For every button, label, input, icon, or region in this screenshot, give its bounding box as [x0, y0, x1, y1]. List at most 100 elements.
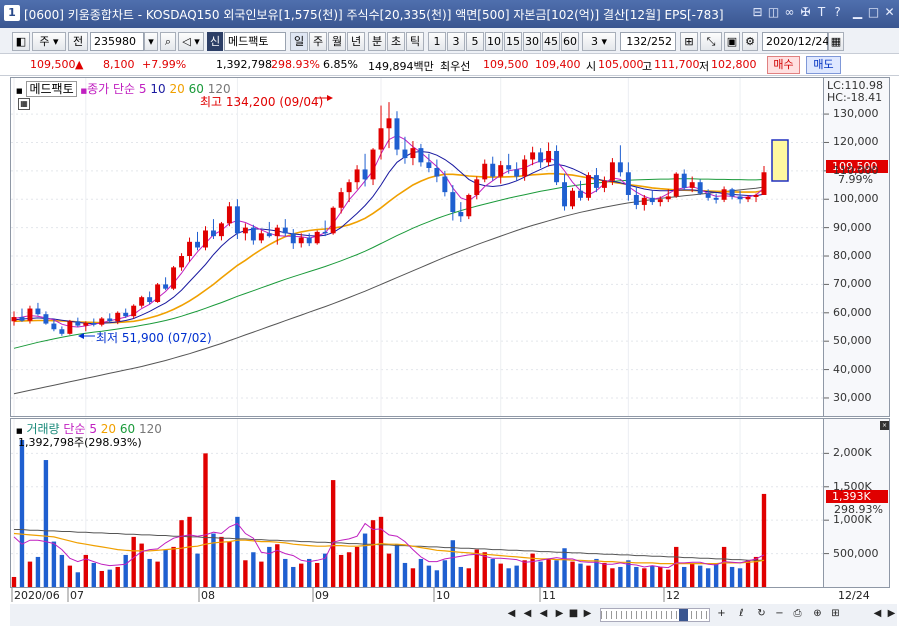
candle-body — [195, 241, 200, 248]
grid-toggle-icon[interactable]: ▦ — [18, 98, 30, 110]
candle-body — [171, 267, 177, 289]
price-legend: ■ 메드팩토 ■종가 단순 5 10 20 60 120 — [16, 80, 231, 97]
candle-body — [641, 197, 647, 205]
volume-bar — [75, 572, 81, 587]
candle-body — [697, 182, 703, 194]
volume-bar — [43, 460, 49, 587]
zoom-out-icon[interactable]: − — [772, 607, 787, 622]
candle-body — [522, 159, 528, 177]
scroll-forward-icon[interactable]: ▶ — [884, 607, 899, 622]
candle-body — [394, 118, 400, 150]
candle-body — [745, 196, 751, 200]
candle-body — [426, 162, 432, 169]
candle-body — [322, 231, 328, 234]
volume-bar — [211, 533, 216, 587]
scroll-right-icon[interactable]: ▶ — [580, 607, 595, 622]
volume-bar — [514, 565, 519, 587]
zoom-slider-handle[interactable] — [679, 609, 688, 621]
volume-bar — [689, 562, 695, 587]
volume-bar — [299, 563, 304, 587]
volume-bar — [370, 520, 376, 587]
scroll-left-icon[interactable]: ◀ — [520, 607, 535, 622]
date-axis-label: 2020/06 — [14, 589, 60, 602]
candle-body — [250, 227, 256, 241]
volume-bar — [634, 566, 639, 587]
date-axis-label: 07 — [70, 589, 84, 602]
candle-body — [578, 190, 583, 198]
legend-ma5: 5 — [138, 82, 147, 96]
candle-body — [35, 308, 41, 315]
legend-stock-name[interactable]: 메드팩토 — [26, 81, 77, 97]
candle-body — [242, 227, 248, 234]
volume-bar — [99, 570, 104, 587]
candle-body — [187, 241, 193, 257]
candle-body — [562, 182, 568, 207]
zoom-fit-icon[interactable]: ⊕ — [810, 607, 825, 622]
candle-body — [91, 323, 97, 325]
volume-bar — [107, 569, 112, 587]
volume-bar — [394, 544, 400, 587]
volume-axis-label: 2,000K — [833, 446, 872, 460]
scroll-start-icon[interactable]: ◀ — [536, 607, 551, 622]
candle-body — [274, 227, 280, 237]
refresh-icon[interactable]: ↻ — [754, 607, 769, 622]
candle-body — [442, 176, 448, 193]
candle-body — [482, 163, 488, 180]
volume-bar — [378, 516, 384, 587]
volume-bar — [402, 562, 408, 587]
candle-body — [657, 199, 663, 203]
volume-bar — [562, 548, 567, 587]
print-icon[interactable]: ⎙ — [790, 607, 805, 622]
volume-bar — [354, 546, 360, 587]
zoom-slider[interactable] — [600, 608, 710, 622]
candle-body — [19, 317, 25, 321]
candle-body — [298, 237, 304, 244]
volume-panel-close-icon[interactable]: × — [880, 421, 889, 430]
candle-body — [203, 230, 208, 248]
volume-bar — [721, 546, 727, 587]
candle-body — [107, 318, 113, 322]
chart-type-icon[interactable]: ℓ — [734, 607, 749, 622]
candle-body — [163, 284, 169, 289]
volume-bar — [490, 558, 495, 587]
volume-bar — [283, 558, 288, 587]
volume-bar — [123, 554, 128, 587]
ma60-line — [13, 178, 765, 349]
candle-body — [418, 148, 424, 163]
candle-body — [59, 329, 65, 334]
volume-bar — [251, 552, 256, 587]
zoom-in-icon[interactable]: + — [714, 607, 729, 622]
ma120-line — [13, 186, 765, 395]
play-icon[interactable]: ▶ — [552, 607, 567, 622]
candle-body — [306, 237, 312, 244]
candle-body — [665, 196, 671, 200]
candle-body — [474, 179, 480, 195]
volume-bar — [346, 552, 352, 587]
scroll-back-icon[interactable]: ◀ — [870, 607, 885, 622]
candle-body — [370, 149, 376, 180]
candle-body — [11, 317, 17, 322]
candle-body — [290, 233, 296, 244]
zoom-slider-ticks — [601, 611, 709, 619]
date-axis-label: 09 — [315, 589, 329, 602]
volume-value-label: 1,392,798주(298.93%) — [18, 436, 142, 449]
volume-bar — [203, 453, 208, 587]
candle-body — [713, 197, 719, 200]
volume-bar — [618, 566, 623, 587]
legend-ma10: 10 — [150, 82, 166, 96]
volume-bar — [418, 558, 424, 587]
scroll-first-icon[interactable]: ◀ — [504, 607, 519, 622]
candle-body — [649, 197, 655, 203]
hc-value: HC:-18.41 — [827, 91, 883, 104]
volume-bar — [115, 566, 120, 587]
volume-bar — [179, 520, 184, 587]
candle-body — [378, 128, 384, 150]
volume-bar — [642, 568, 647, 587]
expand-icon[interactable]: ⊞ — [828, 607, 843, 622]
volume-bar — [362, 533, 368, 587]
stop-icon[interactable]: ■ — [566, 607, 581, 622]
candle-body — [346, 182, 352, 193]
candle-body — [530, 152, 536, 160]
low-annotation: 최저 51,900 (07/02) — [96, 331, 212, 345]
volume-bar — [761, 493, 767, 587]
